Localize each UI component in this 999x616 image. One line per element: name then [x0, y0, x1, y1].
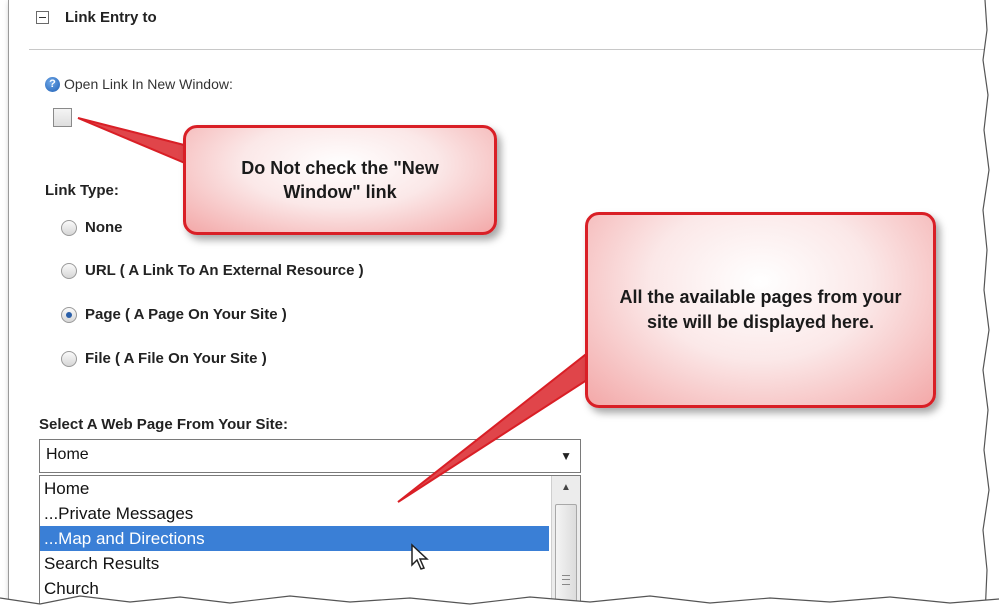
- radio-label: File ( A File On Your Site ): [85, 350, 267, 367]
- radio-url[interactable]: URL ( A Link To An External Resource ): [61, 262, 364, 279]
- listbox-scrollbar[interactable]: ▲: [551, 476, 580, 606]
- grip-icon: [562, 575, 570, 585]
- page-select-dropdown[interactable]: Home ▼: [39, 439, 581, 473]
- radio-button[interactable]: [61, 219, 77, 236]
- section-title: Link Entry to: [65, 9, 157, 26]
- torn-edge-bottom: [0, 595, 999, 616]
- callout-new-window-text: Do Not check the "New Window" link: [241, 158, 439, 202]
- radio-label: None: [85, 219, 123, 236]
- radio-page[interactable]: Page ( A Page On Your Site ): [61, 306, 287, 323]
- radio-button[interactable]: [61, 262, 77, 279]
- divider: [29, 49, 989, 50]
- radio-label: URL ( A Link To An External Resource ): [85, 262, 364, 279]
- callout-pages-text: All the available pages from your site w…: [619, 287, 902, 332]
- scroll-up-icon[interactable]: ▲: [552, 476, 580, 500]
- question-circle-icon[interactable]: ?: [45, 76, 60, 92]
- new-window-row: ? Open Link In New Window:: [45, 76, 233, 92]
- page-select-value: Home: [46, 446, 89, 463]
- minus-square-icon[interactable]: [36, 11, 49, 24]
- radio-none[interactable]: None: [61, 219, 123, 236]
- page-listbox[interactable]: Home ...Private Messages ...Map and Dire…: [39, 475, 581, 606]
- radio-label: Page ( A Page On Your Site ): [85, 306, 287, 323]
- radio-button-selected[interactable]: [61, 306, 77, 323]
- list-item-highlighted[interactable]: ...Map and Directions: [40, 526, 549, 551]
- list-item[interactable]: Home: [40, 476, 549, 501]
- page-select-label: Select A Web Page From Your Site:: [39, 416, 288, 433]
- radio-file[interactable]: File ( A File On Your Site ): [61, 350, 267, 367]
- mouse-cursor-icon: [411, 543, 429, 570]
- list-item[interactable]: Search Results: [40, 551, 549, 576]
- new-window-label: Open Link In New Window:: [64, 76, 233, 92]
- torn-edge-right: [982, 0, 999, 616]
- chevron-down-icon[interactable]: ▼: [560, 449, 572, 463]
- link-type-label: Link Type:: [45, 182, 119, 199]
- section-header[interactable]: Link Entry to: [36, 9, 157, 26]
- list-item[interactable]: ...Private Messages: [40, 501, 549, 526]
- callout-pages: All the available pages from your site w…: [585, 212, 936, 408]
- new-window-checkbox[interactable]: [53, 108, 72, 127]
- callout-new-window: Do Not check the "New Window" link: [183, 125, 497, 235]
- radio-button[interactable]: [61, 350, 77, 367]
